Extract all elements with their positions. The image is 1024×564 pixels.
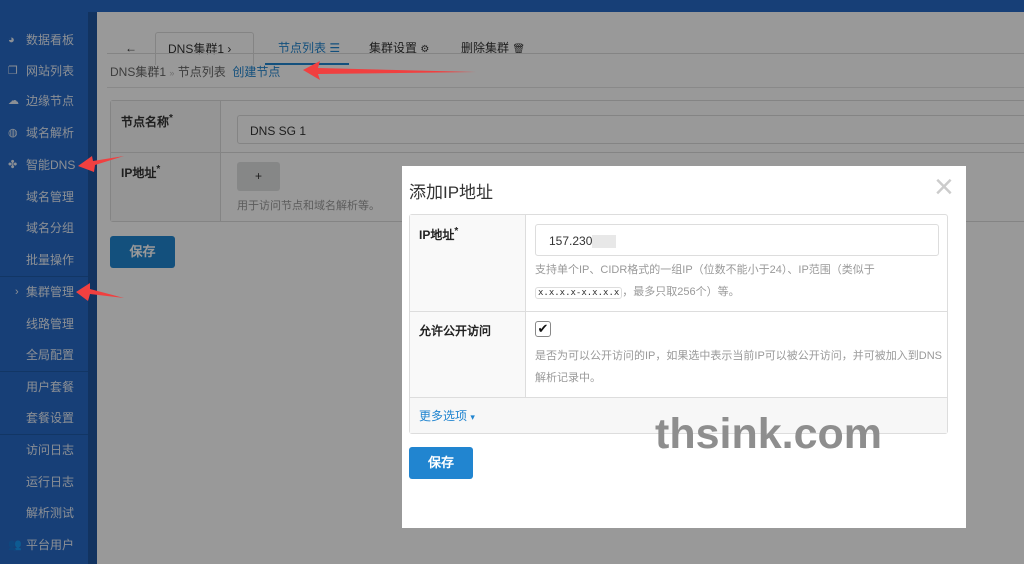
arrow-cluster: [76, 283, 124, 301]
annotation-arrows: [76, 61, 476, 301]
arrow-breadcrumb: [303, 61, 476, 80]
arrow-smart-dns: [78, 156, 124, 172]
